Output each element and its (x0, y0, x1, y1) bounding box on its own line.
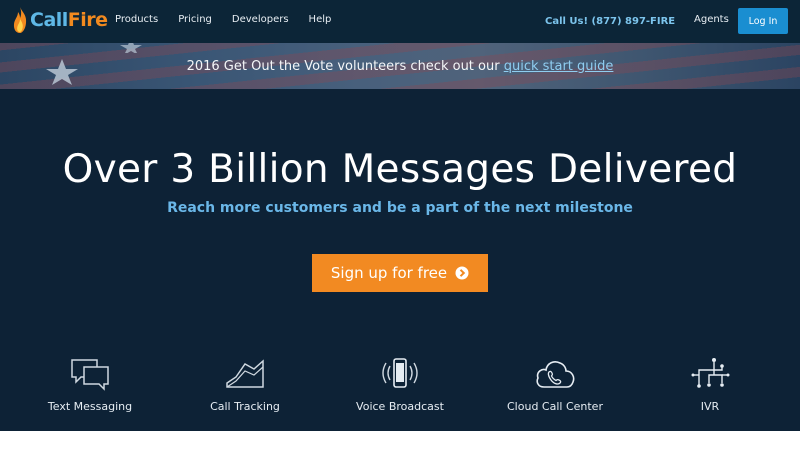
cloud-phone-icon (536, 361, 575, 388)
brand-fire-text: Fire (67, 9, 108, 31)
announcement-banner: 2016 Get Out the Vote volunteers check o… (0, 43, 800, 89)
menu-item-help[interactable]: Help (309, 14, 332, 25)
banner-text: 2016 Get Out the Vote volunteers check o… (186, 59, 504, 74)
callfire-logo[interactable]: CallFire (12, 5, 108, 35)
menu-item-products[interactable]: Products (115, 14, 158, 25)
brand-name: CallFire (30, 9, 108, 31)
agents-link[interactable]: Agents (694, 14, 729, 25)
hero-title: Over 3 Billion Messages Delivered (62, 147, 738, 192)
quick-start-guide-link[interactable]: quick start guide (504, 59, 614, 74)
banner-message: 2016 Get Out the Vote volunteers check o… (0, 59, 800, 74)
feature-label: Voice Broadcast (356, 400, 444, 413)
feature-label: Call Tracking (210, 400, 280, 413)
sign-up-label: Sign up for free (330, 264, 448, 282)
feature-ivr[interactable]: IVR (645, 357, 775, 413)
feature-call-tracking[interactable]: Call Tracking (180, 357, 310, 413)
menu-item-pricing[interactable]: Pricing (178, 14, 212, 25)
phone-number-link[interactable]: Call Us! (877) 897-FIRE (545, 16, 675, 27)
feature-voice-broadcast[interactable]: Voice Broadcast (335, 357, 465, 413)
hero-subtitle: Reach more customers and be a part of th… (167, 200, 633, 216)
feature-label: Text Messaging (47, 400, 133, 413)
brand-call-text: Call (30, 9, 68, 31)
flame-icon (13, 7, 27, 33)
hero-section: Over 3 Billion Messages Delivered Reach … (0, 89, 800, 431)
feature-label: Cloud Call Center (507, 400, 603, 413)
line-chart-icon (226, 359, 264, 388)
login-button[interactable]: Log In (738, 8, 788, 34)
main-menu: Products Pricing Developers Help (115, 14, 351, 25)
top-nav: CallFire Products Pricing Developers Hel… (0, 0, 800, 43)
feature-list: Text Messaging Call Tracking Voice Broad… (0, 357, 800, 417)
feature-cloud-call-center[interactable]: Cloud Call Center (490, 357, 620, 413)
star-icon (120, 43, 142, 53)
page-bottom-whitespace (0, 431, 800, 456)
ivr-tree-icon (691, 358, 730, 388)
sign-up-button[interactable]: Sign up for free (312, 254, 488, 292)
mobile-broadcast-icon (382, 358, 418, 388)
feature-label: IVR (700, 400, 720, 413)
menu-item-developers[interactable]: Developers (232, 14, 289, 25)
chat-bubbles-icon (71, 359, 109, 391)
chevron-circle-right-icon (455, 266, 469, 280)
feature-text-messaging[interactable]: Text Messaging (25, 357, 155, 413)
